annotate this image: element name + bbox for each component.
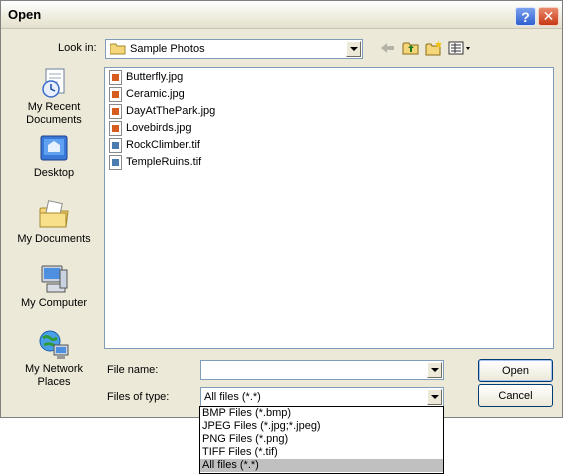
question-mark-icon: ? xyxy=(521,8,530,25)
new-folder-icon[interactable] xyxy=(425,40,443,56)
place-network-places[interactable]: My Network Places xyxy=(7,329,101,389)
window-title: Open xyxy=(8,7,42,22)
look-in-label: Look in: xyxy=(58,42,97,54)
desktop-icon xyxy=(38,133,70,165)
open-button-label: Open xyxy=(502,364,529,377)
files-of-type-combo[interactable]: All files (*.*) xyxy=(200,387,444,407)
file-item[interactable]: TempleRuins.tif xyxy=(109,154,201,170)
look-in-dropdown-button[interactable] xyxy=(346,41,361,57)
place-network-text: My Network Places xyxy=(24,363,84,388)
place-my-computer[interactable]: My Computer xyxy=(7,263,101,310)
jpg-file-icon xyxy=(109,69,122,85)
close-icon: ✕ xyxy=(542,8,555,24)
file-type-option[interactable]: PNG Files (*.png) xyxy=(200,433,443,446)
up-folder-icon[interactable] xyxy=(402,40,420,56)
place-desktop[interactable]: Desktop xyxy=(7,133,101,180)
file-name: Lovebirds.jpg xyxy=(126,122,192,134)
place-label: My Recent Documents xyxy=(7,101,101,127)
help-button[interactable]: ? xyxy=(515,7,536,26)
close-button[interactable]: ✕ xyxy=(538,7,559,26)
my-documents-icon xyxy=(38,199,70,231)
file-name: Ceramic.jpg xyxy=(126,88,185,100)
tif-file-icon xyxy=(109,137,122,153)
recent-documents-icon xyxy=(38,67,70,99)
view-menu-icon[interactable] xyxy=(448,40,472,56)
file-type-option[interactable]: BMP Files (*.bmp) xyxy=(200,407,443,420)
place-my-computer-label: My Computer xyxy=(20,297,88,309)
places-bar: My Recent Documents Desktop My Documents… xyxy=(7,63,101,393)
place-desktop-label: Desktop xyxy=(33,167,75,179)
cancel-button[interactable]: Cancel xyxy=(478,384,553,407)
chevron-down-icon xyxy=(430,368,439,372)
open-button[interactable]: Open xyxy=(478,359,553,382)
chevron-down-icon xyxy=(349,47,358,51)
files-of-type-value: All files (*.*) xyxy=(204,391,261,403)
chevron-down-icon xyxy=(430,395,439,399)
file-name: Butterfly.jpg xyxy=(126,71,184,83)
cancel-button-label: Cancel xyxy=(498,389,533,402)
file-item[interactable]: DayAtThePark.jpg xyxy=(109,103,215,119)
place-network-label: My Network Places xyxy=(7,363,101,389)
jpg-file-icon xyxy=(109,120,122,136)
file-name-combo[interactable] xyxy=(200,360,444,380)
file-item[interactable]: Lovebirds.jpg xyxy=(109,120,191,136)
file-name: RockClimber.tif xyxy=(126,139,200,151)
jpg-file-icon xyxy=(109,86,122,102)
network-places-icon xyxy=(38,329,70,361)
file-type-option-selected[interactable]: All files (*.*) xyxy=(200,459,443,472)
file-item[interactable]: Butterfly.jpg xyxy=(109,69,183,85)
file-list[interactable]: Butterfly.jpg Ceramic.jpg DayAtThePark.j… xyxy=(104,67,554,349)
files-of-type-dropdown-button[interactable] xyxy=(427,389,442,405)
file-name: TempleRuins.tif xyxy=(126,156,202,168)
file-item[interactable]: RockClimber.tif xyxy=(109,137,200,153)
look-in-combo[interactable]: Sample Photos xyxy=(105,39,363,59)
file-name-label: File name: xyxy=(107,364,159,376)
file-name-dropdown-button[interactable] xyxy=(427,362,442,378)
back-icon[interactable] xyxy=(379,40,397,56)
place-my-documents-label: My Documents xyxy=(17,233,91,245)
jpg-file-icon xyxy=(109,103,122,119)
file-type-dropdown-list[interactable]: BMP Files (*.bmp) JPEG Files (*.jpg;*.jp… xyxy=(199,406,444,474)
look-in-value: Sample Photos xyxy=(130,43,205,55)
file-type-option[interactable]: JPEG Files (*.jpg;*.jpeg) xyxy=(200,420,443,433)
place-recent-label: My Recent Documents xyxy=(26,101,82,126)
folder-icon xyxy=(109,43,126,55)
title-bar[interactable]: Open ? ✕ xyxy=(1,1,562,29)
file-item[interactable]: Ceramic.jpg xyxy=(109,86,185,102)
open-dialog: Open ? ✕ Look in: Sample Photos My Recen… xyxy=(0,0,563,418)
files-of-type-label: Files of type: xyxy=(107,391,170,403)
tif-file-icon xyxy=(109,154,122,170)
place-recent-documents[interactable]: My Recent Documents xyxy=(7,67,101,127)
place-my-documents[interactable]: My Documents xyxy=(7,199,101,246)
file-type-option[interactable]: TIFF Files (*.tif) xyxy=(200,446,443,459)
file-name: DayAtThePark.jpg xyxy=(126,105,216,117)
my-computer-icon xyxy=(38,263,70,295)
